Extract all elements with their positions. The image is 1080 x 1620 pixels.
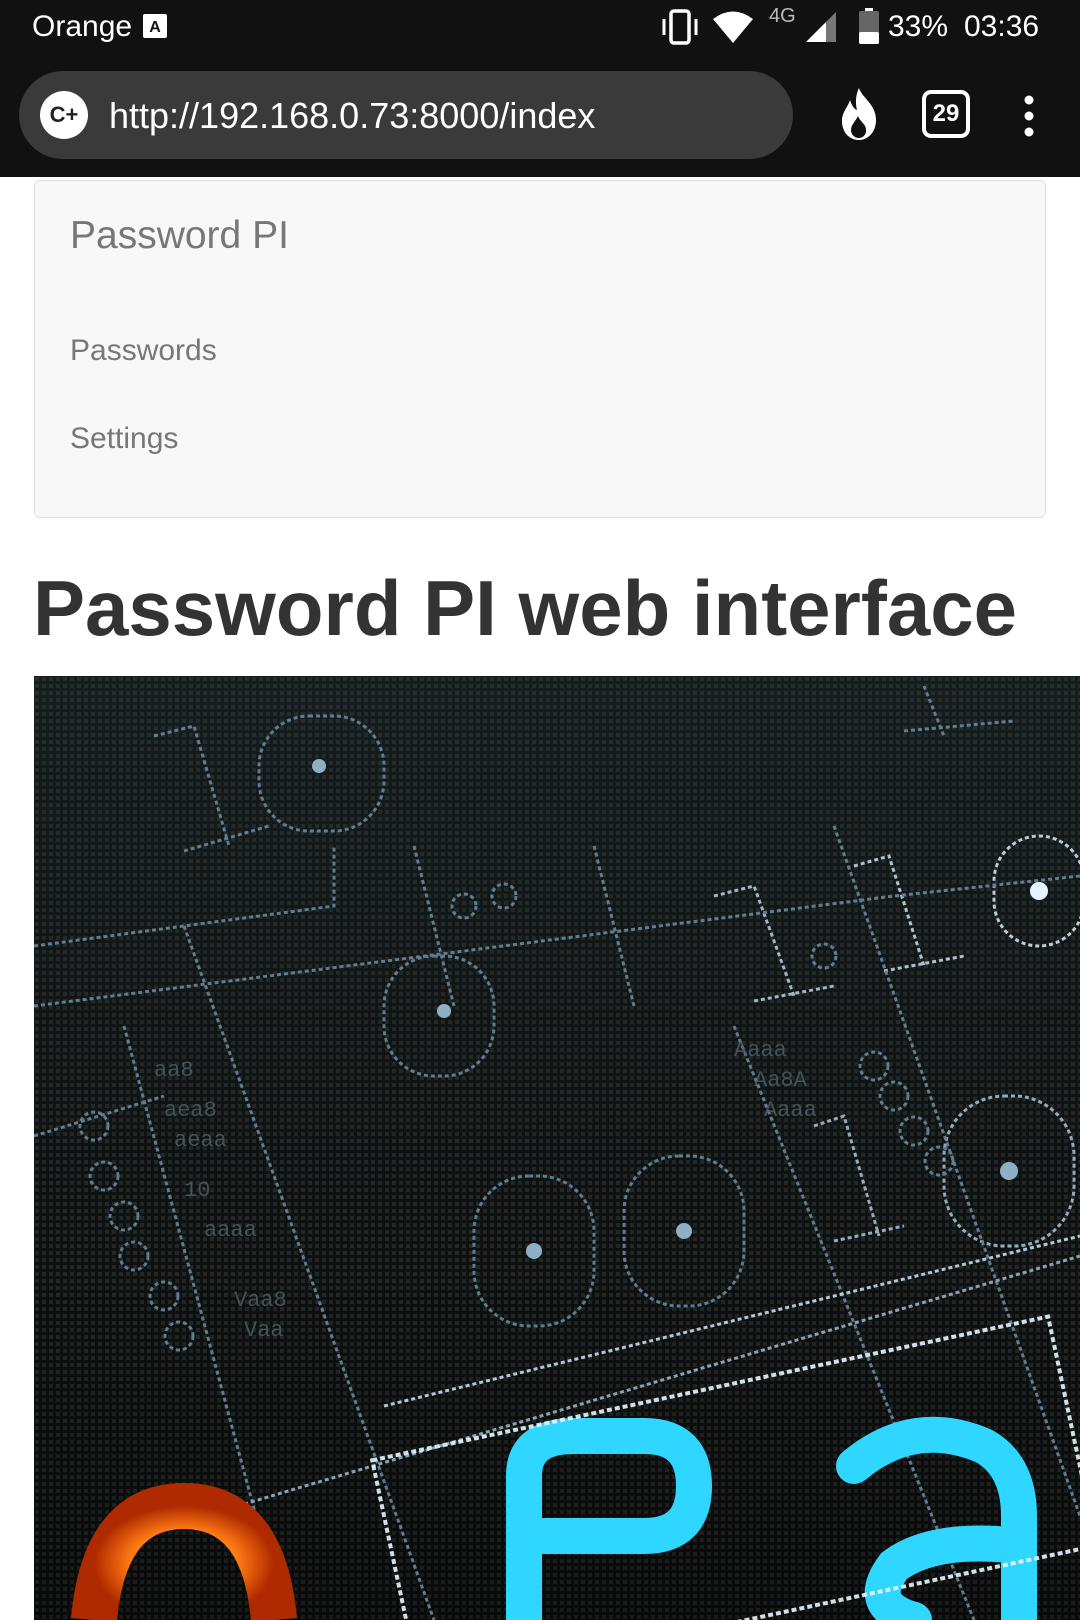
tabs-icon[interactable]: 29 <box>922 90 970 138</box>
battery-percentage: 33% <box>888 10 949 43</box>
flame-icon[interactable] <box>836 86 882 142</box>
browser-toolbar: C+ http://192.168.0.73:8000/index 29 <box>0 56 1080 177</box>
svg-text:Aa8A: Aa8A <box>754 1068 808 1093</box>
svg-text:A: A <box>149 19 161 36</box>
hero-image: aa8 aea8 aeaa 10 aaaa Vaa8 Vaa Aaaa Aa8A… <box>34 676 1080 1620</box>
svg-text:Aaaa: Aaaa <box>764 1098 817 1123</box>
wifi-icon <box>713 11 753 43</box>
status-bar: Orange A 4G 33% 03:36 <box>0 0 1080 56</box>
menu-icon[interactable] <box>1014 94 1044 138</box>
svg-text:aaaa: aaaa <box>204 1218 257 1243</box>
battery-icon <box>859 8 879 44</box>
signal-icon <box>806 12 836 42</box>
svg-text:aea8: aea8 <box>164 1098 217 1123</box>
navbar-brand[interactable]: Password PI <box>70 214 289 258</box>
site-info-icon[interactable]: C+ <box>40 91 88 139</box>
page-title: Password PI web interface <box>33 564 1018 652</box>
carrier-name: Orange <box>32 10 133 43</box>
svg-text:Vaa: Vaa <box>244 1318 284 1343</box>
url-text[interactable]: http://192.168.0.73:8000/index <box>109 95 595 137</box>
network-type: 4G <box>769 5 796 27</box>
clock: 03:36 <box>964 10 1040 43</box>
nav-link-passwords[interactable]: Passwords <box>70 334 217 368</box>
svg-text:Vaa8: Vaa8 <box>234 1288 287 1313</box>
svg-text:aa8: aa8 <box>154 1058 194 1083</box>
sim-icon: A <box>143 14 167 38</box>
svg-text:aeaa: aeaa <box>174 1128 227 1153</box>
site-navbar: Password PI Passwords Settings <box>34 180 1046 518</box>
address-bar[interactable]: C+ http://192.168.0.73:8000/index <box>19 71 793 159</box>
svg-text:Aaaa: Aaaa <box>734 1038 787 1063</box>
vibrate-icon <box>662 9 698 45</box>
nav-link-settings[interactable]: Settings <box>70 422 178 456</box>
svg-text:10: 10 <box>184 1178 210 1203</box>
